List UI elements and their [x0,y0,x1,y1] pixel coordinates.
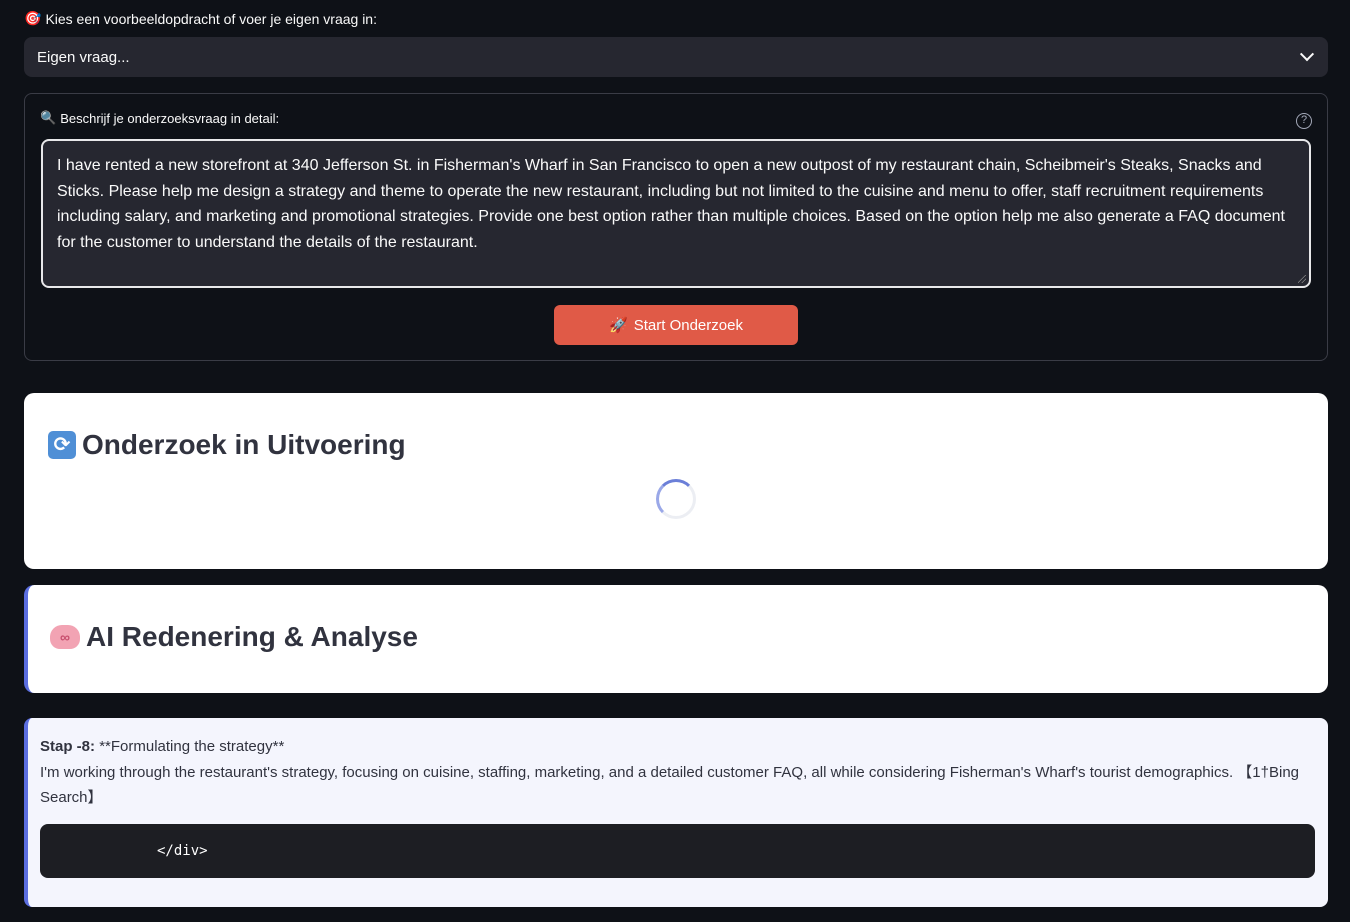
magnifier-icon: 🔍 [40,111,57,126]
progress-title-text: Onderzoek in Uitvoering [82,429,406,460]
dart-icon: 🎯 [24,11,42,27]
resize-handle[interactable] [1298,275,1306,283]
brain-icon: ∞ [50,625,80,649]
select-label: 🎯 Kies een voorbeeldopdracht of voer je … [24,11,377,27]
step-heading: **Formulating the strategy** [99,738,285,755]
textarea-value: I have rented a new storefront at 340 Je… [57,157,1285,252]
question-label-text: Beschrijf je onderzoeksvraag in detail: [60,111,280,126]
progress-title: ⟳ Onderzoek in Uitvoering [48,429,406,461]
example-task-select[interactable]: Eigen vraag... [24,37,1328,77]
question-label: 🔍 Beschrijf je onderzoeksvraag in detail… [40,111,279,126]
rocket-icon: 🚀 [609,316,628,334]
research-form: 🔍 Beschrijf je onderzoeksvraag in detail… [24,93,1328,361]
refresh-icon: ⟳ [48,431,76,459]
step-panel: Stap -8: **Formulating the strategy** I'… [24,718,1328,907]
ai-analysis-title-text: AI Redenering & Analyse [86,621,418,652]
ai-analysis-title: ∞ AI Redenering & Analyse [50,621,418,653]
help-icon[interactable]: ? [1296,113,1312,129]
loading-spinner [656,479,696,519]
start-research-label: Start Onderzoek [633,316,743,334]
select-label-text: Kies een voorbeeldopdracht of voer je ei… [45,11,377,27]
code-block: </div> [40,824,1315,878]
progress-card: ⟳ Onderzoek in Uitvoering [24,393,1328,569]
ai-analysis-card: ∞ AI Redenering & Analyse [24,585,1328,693]
research-question-textarea[interactable]: I have rented a new storefront at 340 Je… [41,139,1311,288]
chevron-down-icon [1299,47,1315,62]
start-research-button[interactable]: 🚀 Start Onderzoek [554,305,798,345]
step-body: I'm working through the restaurant's str… [40,763,1300,807]
step-label: Stap -8: [40,738,96,755]
step-text: Stap -8: **Formulating the strategy** I'… [40,734,1310,811]
select-value: Eigen vraag... [37,48,130,66]
